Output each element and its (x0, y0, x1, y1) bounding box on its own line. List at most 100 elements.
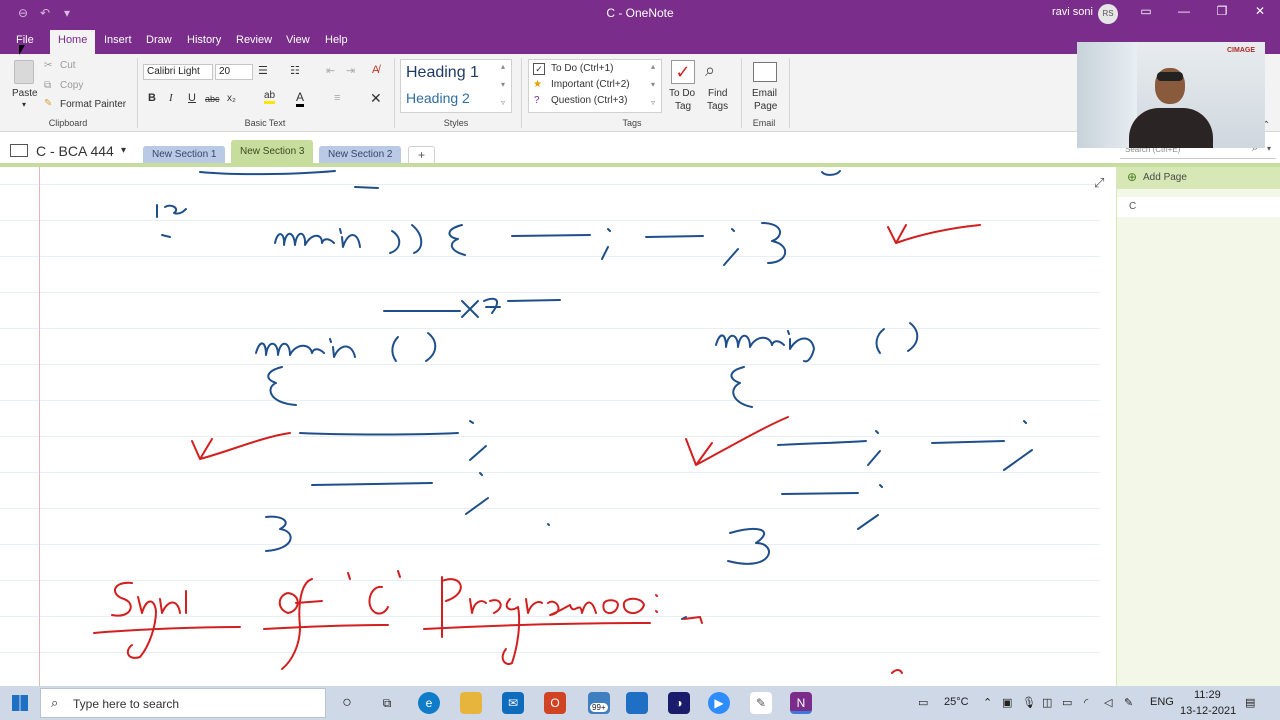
zoom-icon[interactable]: ▶ (708, 692, 730, 714)
title-bar: ⊖ ↶ ▾ C - OneNote ravi soni RS ▭ — ❐ ✕ (0, 0, 1280, 28)
todo-tag-icon[interactable]: ✓ (671, 60, 695, 84)
taskbar-search-input[interactable]: ⌕ Type here to search (40, 688, 326, 718)
question-icon: ? (534, 95, 540, 106)
language-indicator[interactable]: ENG (1150, 696, 1174, 708)
style-heading-1[interactable]: Heading 1 (406, 64, 479, 82)
font-color-icon[interactable]: A (296, 90, 305, 107)
tab-insert[interactable]: Insert (104, 34, 132, 46)
paste-icon[interactable] (14, 60, 34, 84)
tag-question[interactable]: Question (Ctrl+3) (551, 95, 627, 106)
maximize-icon[interactable]: ❐ (1212, 4, 1232, 18)
styles-scroll-down-icon[interactable]: ▾ (501, 80, 505, 89)
avatar[interactable]: RS (1098, 4, 1118, 24)
align-icon[interactable]: ≡ (334, 92, 340, 104)
notebook-name[interactable]: C - BCA 444 (36, 143, 114, 159)
cortana-icon[interactable]: ○ (336, 692, 358, 714)
delete-icon[interactable]: ✕ (370, 90, 382, 107)
camera-icon[interactable]: ◫ (1042, 696, 1052, 709)
tab-history[interactable]: History (187, 34, 221, 46)
email-page-icon[interactable] (753, 62, 777, 82)
subscript-button[interactable]: x₂ (227, 93, 236, 104)
webex-icon[interactable]: ◑ (668, 692, 690, 714)
search-scope-dropdown-icon[interactable]: ▾ (1267, 144, 1271, 153)
italic-button[interactable]: I (169, 92, 173, 104)
battery-icon[interactable]: ▭ (1062, 696, 1072, 709)
ink-stroke (777, 440, 867, 446)
page-item-c[interactable]: C (1117, 197, 1280, 217)
ink-stroke (469, 420, 487, 461)
wifi-icon[interactable]: ◜ (1084, 696, 1088, 709)
font-size-select[interactable]: 20 (215, 64, 253, 80)
page-canvas[interactable]: ⤢ (0, 167, 1116, 686)
bullets-icon[interactable]: ☰ (258, 64, 268, 77)
clock-date[interactable]: 13-12-2021 (1180, 705, 1236, 717)
styles-more-icon[interactable]: ▿ (501, 98, 505, 107)
presenter-body (1129, 108, 1213, 148)
document-icon[interactable]: ✎ (750, 692, 772, 714)
mail-icon[interactable]: ✉ (502, 692, 524, 714)
email-page-button[interactable]: Email (752, 88, 777, 99)
meet-now-icon[interactable]: ▣ (1002, 696, 1012, 709)
tab-view[interactable]: View (286, 34, 310, 46)
paste-button[interactable]: Paste (12, 88, 38, 99)
microphone-icon[interactable]: 🎙 (1022, 696, 1036, 709)
paste-dropdown-icon[interactable]: ▾ (22, 100, 26, 109)
cut-button[interactable]: Cut (60, 60, 76, 71)
font-family-select[interactable]: Calibri Light (143, 64, 213, 80)
increase-indent-icon[interactable]: ⇥ (346, 64, 355, 77)
find-tags-button[interactable]: Find (708, 88, 727, 99)
clock-time[interactable]: 11:29 (1194, 689, 1221, 701)
tab-new-section-3[interactable]: New Section 3 (231, 140, 314, 164)
store-icon[interactable] (626, 692, 648, 714)
todo-tag-button[interactable]: To Do (669, 88, 695, 99)
file-explorer-icon[interactable] (460, 692, 482, 714)
ink-stroke (907, 322, 919, 352)
format-painter-icon: ✎ (44, 98, 53, 109)
notebook-icon[interactable] (10, 144, 28, 157)
find-tags-icon[interactable]: ⌕ (705, 60, 715, 81)
ribbon-separator (741, 58, 742, 128)
tab-new-section-1[interactable]: New Section 1 (143, 146, 226, 164)
underline-button[interactable]: U (188, 92, 196, 104)
pen-icon[interactable]: ✎ (1124, 696, 1133, 709)
numbering-icon[interactable]: ☷ (290, 64, 300, 77)
weather-temp[interactable]: 25°C (944, 696, 969, 708)
add-section-button[interactable]: + (408, 146, 436, 164)
windows-start-icon[interactable] (12, 695, 28, 711)
style-heading-2[interactable]: Heading 2 (406, 90, 470, 106)
add-page-button[interactable]: ⊕ Add Page (1117, 167, 1280, 189)
tab-review[interactable]: Review (236, 34, 272, 46)
highlight-icon[interactable]: ab (264, 90, 276, 104)
notifications-icon[interactable]: ▤ (1245, 696, 1255, 709)
task-view-icon[interactable]: ⧉ (376, 692, 398, 714)
styles-scroll-up-icon[interactable]: ▴ (501, 62, 505, 71)
format-painter-button[interactable]: Format Painter (60, 99, 126, 110)
decrease-indent-icon[interactable]: ⇤ (326, 64, 335, 77)
tag-important[interactable]: Important (Ctrl+2) (551, 79, 630, 90)
onenote-icon[interactable]: N (790, 692, 812, 714)
tab-help[interactable]: Help (325, 34, 348, 46)
tags-scroll-down-icon[interactable]: ▾ (651, 80, 655, 89)
webcam-background (1077, 42, 1137, 148)
close-icon[interactable]: ✕ (1250, 4, 1270, 18)
clear-formatting-icon[interactable]: A̸ (372, 64, 379, 76)
tags-scroll-up-icon[interactable]: ▴ (651, 62, 655, 71)
ink-stroke (164, 204, 187, 215)
minimize-icon[interactable]: — (1174, 4, 1194, 18)
tray-chevron-icon[interactable]: ⌃ (983, 696, 992, 709)
tags-more-icon[interactable]: ▿ (651, 98, 655, 107)
tab-home[interactable]: Home (50, 30, 96, 54)
tag-todo[interactable]: To Do (Ctrl+1) (551, 63, 614, 74)
ribbon-display-icon[interactable]: ▭ (1136, 4, 1156, 18)
copy-button[interactable]: Copy (60, 80, 83, 91)
notebook-dropdown-icon[interactable]: ▾ (121, 145, 126, 156)
bold-button[interactable]: B (148, 92, 156, 104)
volume-icon[interactable]: ◁ (1104, 696, 1112, 709)
tab-new-section-2[interactable]: New Section 2 (319, 146, 402, 164)
weather-icon[interactable]: ▭ (918, 696, 928, 709)
edge-icon[interactable]: e (418, 692, 440, 714)
office-icon[interactable]: O (544, 692, 566, 714)
strikethrough-button[interactable]: abc (205, 94, 220, 104)
user-name[interactable]: ravi soni (1052, 6, 1093, 18)
tab-draw[interactable]: Draw (146, 34, 172, 46)
